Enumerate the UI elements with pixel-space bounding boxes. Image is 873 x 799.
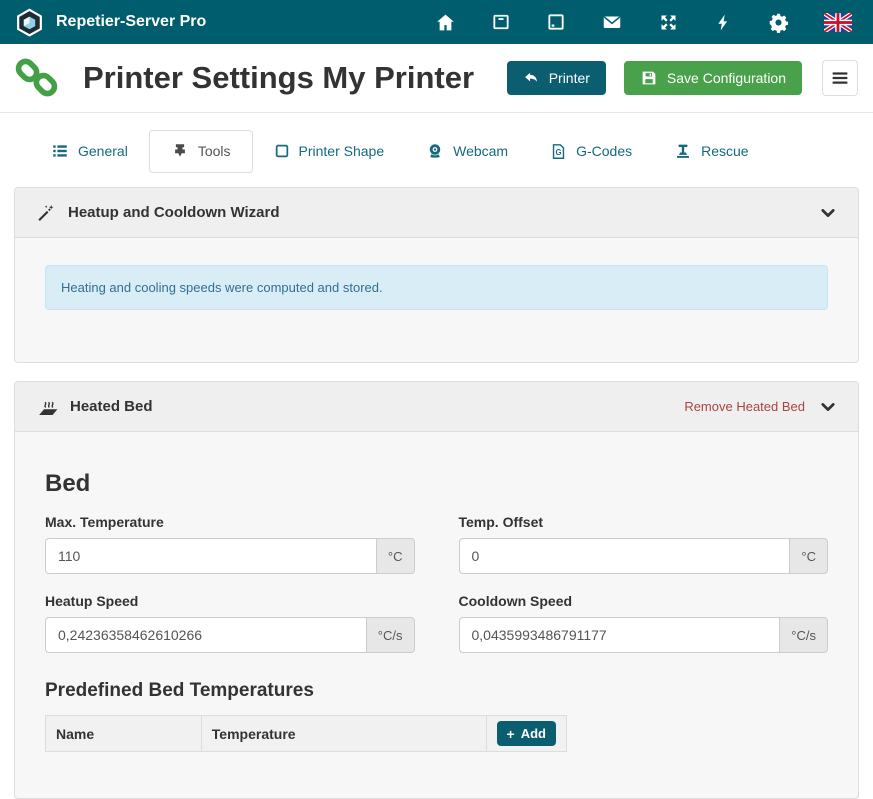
square-outline-icon [274,143,290,159]
field-max-temperature: Max. Temperature °C [45,514,415,574]
magic-wand-icon [36,203,55,222]
bed-section-title: Bed [45,432,828,498]
messages-icon[interactable] [601,11,623,33]
tab-label: Webcam [453,143,508,159]
fullscreen-icon[interactable] [658,12,679,33]
tab-rescue[interactable]: Rescue [653,130,769,173]
extruder-icon [171,142,189,160]
wizard-panel-title: Heatup and Cooldown Wizard [68,204,280,221]
menu-button[interactable] [822,60,858,96]
unit-addon: °C/s [779,617,828,653]
tab-printer-shape[interactable]: Printer Shape [253,130,406,173]
heated-bed-panel-title: Heated Bed [70,398,153,415]
tab-label: Tools [198,143,231,159]
hamburger-icon [830,68,850,88]
cooldown-speed-input[interactable] [459,617,780,653]
tab-label: G-Codes [576,143,632,159]
max-temperature-input[interactable] [45,538,376,574]
link-chain-icon [14,55,59,100]
gear-icon[interactable] [768,12,789,33]
webcam-icon [426,142,444,160]
column-header-name: Name [46,716,202,752]
add-button-label: Add [521,726,546,741]
tab-label: Rescue [701,143,748,159]
field-label: Cooldown Speed [459,593,829,609]
tab-webcam[interactable]: Webcam [405,130,529,173]
bed-fields: Max. Temperature °C Temp. Offset °C Heat… [45,514,828,653]
chevron-down-icon[interactable] [819,204,837,222]
navbar: Repetier-Server Pro [0,0,873,44]
gcode-file-icon: G [550,143,567,160]
quick-actions-icon[interactable] [714,13,733,32]
heatup-speed-input[interactable] [45,617,366,653]
rescue-icon [674,142,692,160]
table-action-cell: + Add [486,716,566,752]
wizard-status-message: Heating and cooling speeds were computed… [45,265,828,310]
heated-bed-icon [36,396,61,418]
brand-title: Repetier-Server Pro [56,13,206,31]
heatup-cooldown-wizard-panel: Heatup and Cooldown Wizard Heating and c… [14,187,859,363]
home-icon[interactable] [435,12,456,33]
wizard-panel-body: Heating and cooling speeds were computed… [15,238,858,362]
list-icon [51,142,69,160]
heated-bed-panel-header[interactable]: Heated Bed Remove Heated Bed [15,382,858,432]
field-label: Temp. Offset [459,514,829,530]
heated-bed-panel: Heated Bed Remove Heated Bed Bed Max. Te… [14,381,859,799]
field-heatup-speed: Heatup Speed °C/s [45,593,415,653]
predefined-bed-temperatures-title: Predefined Bed Temperatures [45,680,828,702]
add-temperature-button[interactable]: + Add [497,721,556,746]
remove-heated-bed-link[interactable]: Remove Heated Bed [684,399,805,414]
table-header-row: Name Temperature + Add [46,716,567,752]
unit-addon: °C [376,538,415,574]
page-header: Printer Settings My Printer Printer Save… [0,44,873,113]
wizard-panel-header[interactable]: Heatup and Cooldown Wizard [15,188,858,238]
printers-icon[interactable] [491,12,511,32]
heated-bed-panel-body: Bed Max. Temperature °C Temp. Offset °C … [15,432,858,798]
brand[interactable]: Repetier-Server Pro [15,8,206,37]
back-arrow-icon [523,69,540,86]
tab-general[interactable]: General [30,130,149,173]
unit-addon: °C/s [366,617,415,653]
svg-text:G: G [556,147,562,156]
field-label: Max. Temperature [45,514,415,530]
tab-label: Printer Shape [299,143,385,159]
field-temp-offset: Temp. Offset °C [459,514,829,574]
unit-addon: °C [789,538,828,574]
field-label: Heatup Speed [45,593,415,609]
tab-label: General [78,143,128,159]
tab-gcodes[interactable]: G G-Codes [529,130,653,173]
save-icon [640,69,658,87]
tab-tools[interactable]: Tools [149,130,253,173]
predefined-temperatures-table: Name Temperature + Add [45,715,567,752]
touchscreen-icon[interactable] [546,12,566,32]
repetier-logo-icon [15,8,44,37]
chevron-down-icon[interactable] [819,398,837,416]
navbar-icons [435,11,858,33]
language-flag-icon[interactable] [824,13,852,32]
settings-tabs: General Tools Printer Shape Webcam G G-C… [0,129,873,173]
printer-button-label: Printer [549,70,590,86]
plus-icon: + [507,727,515,741]
field-cooldown-speed: Cooldown Speed °C/s [459,593,829,653]
save-button-label: Save Configuration [667,70,786,86]
save-configuration-button[interactable]: Save Configuration [624,61,802,95]
page-title: Printer Settings My Printer [83,60,474,96]
header-buttons: Printer Save Configuration [507,60,858,96]
column-header-temperature: Temperature [201,716,486,752]
temp-offset-input[interactable] [459,538,790,574]
printer-button[interactable]: Printer [507,61,606,95]
